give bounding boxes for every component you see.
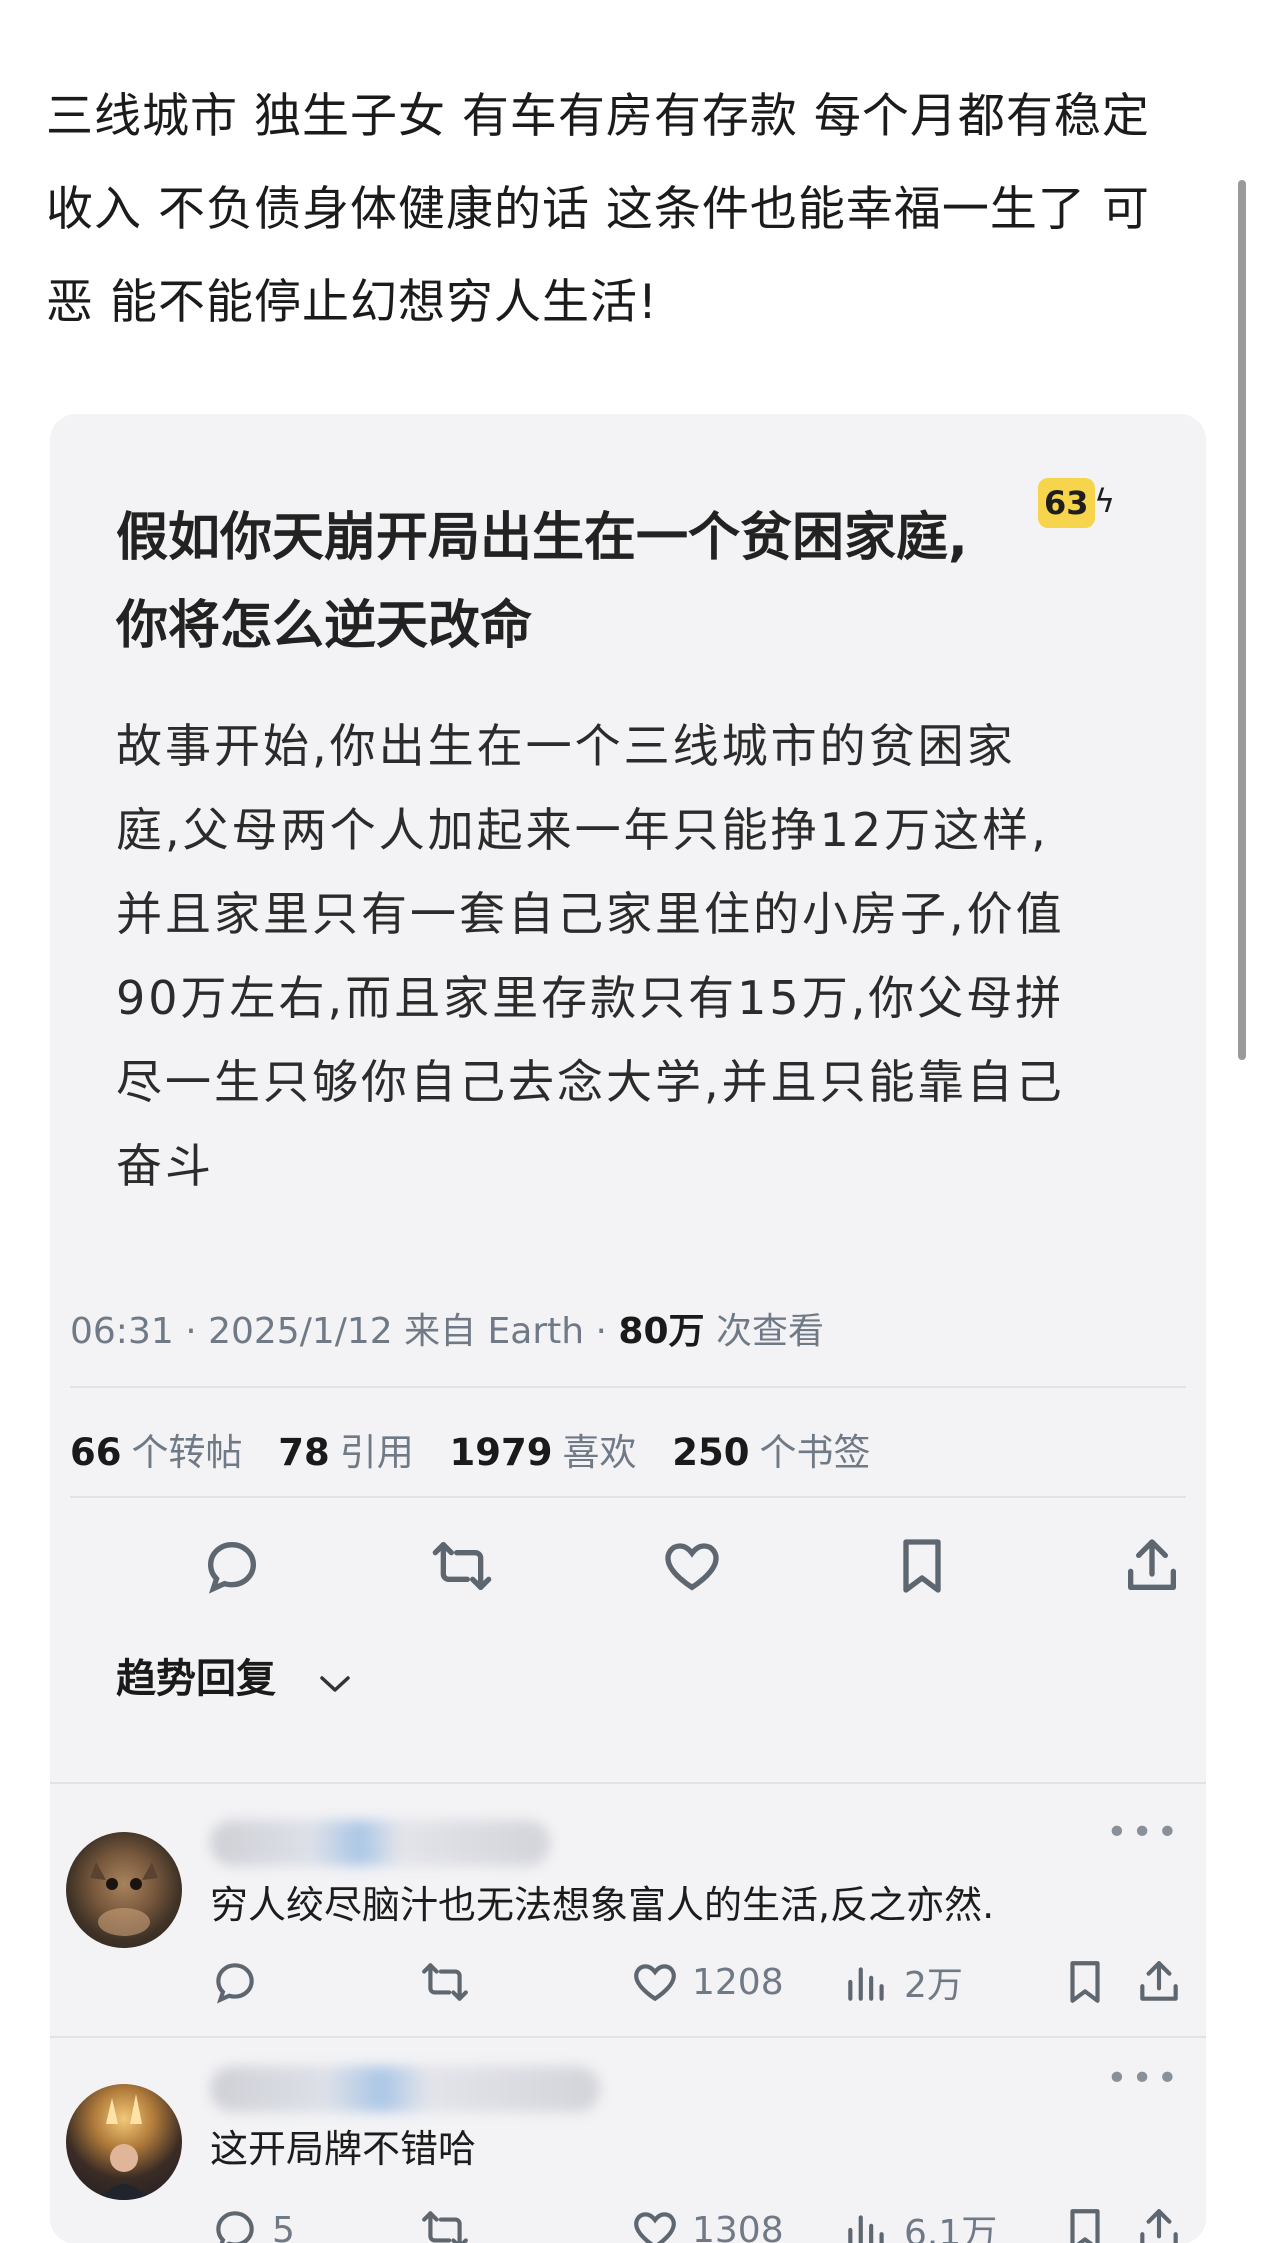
blurred-username[interactable] xyxy=(210,1820,550,1866)
reply-like-button[interactable]: 1308 xyxy=(630,2202,784,2243)
reply-item[interactable]: ••• 这开局牌不错哈 5 1308 6.1万 xyxy=(50,2044,1206,2243)
quotes-count: 78 xyxy=(278,1431,330,1474)
reposts-count: 66 xyxy=(70,1431,122,1474)
headline-line: 你将怎么逆天改命 xyxy=(116,596,533,656)
tweet-screenshot-card: 假如你天崩开局出生在一个贫困家庭, 你将怎么逆天改命 63 ϟ 故事开始,你出生… xyxy=(50,414,1206,2243)
body-line: 90万左右,而且家里存款只有15万,你父母拼 xyxy=(116,971,1065,1025)
bookmark-icon[interactable] xyxy=(890,1534,954,1598)
bookmarks-stat[interactable]: 250 个书签 xyxy=(672,1431,870,1474)
reply-share-button[interactable] xyxy=(1134,2202,1184,2243)
likes-count: 1979 xyxy=(449,1431,553,1474)
tweet-stats: 66 个转帖 78 引用 1979 喜欢 250 个书签 xyxy=(70,1422,895,1476)
reply-comment-button[interactable] xyxy=(210,1954,260,2010)
reply-icon xyxy=(216,1963,254,2004)
bookmarks-label: 个书签 xyxy=(759,1431,871,1474)
share-icon xyxy=(1140,1961,1178,2001)
trending-replies-label: 趋势回复 xyxy=(116,1656,276,1702)
scrollbar[interactable] xyxy=(1238,180,1246,1060)
quotes-label: 引用 xyxy=(339,1431,414,1474)
bookmark-icon xyxy=(1070,1961,1100,2003)
body-line: 奋斗 xyxy=(116,1139,214,1193)
like-count: 1208 xyxy=(692,1961,784,2003)
reply-repost-button[interactable] xyxy=(420,1954,470,2010)
reply-views-button[interactable]: 2万 xyxy=(842,1954,963,2010)
repost-icon xyxy=(422,1963,468,2001)
view-count: 80万 xyxy=(618,1311,705,1352)
caption-line: 恶 能不能停止幻想穷人生活! xyxy=(46,275,658,330)
bolt-icon: ϟ xyxy=(1094,482,1116,520)
reposts-stat[interactable]: 66 个转帖 xyxy=(70,1431,243,1474)
tweet-meta: 06:31 · 2025/1/12 来自 Earth · 80万 次查看 xyxy=(70,1302,824,1354)
reply-views-button[interactable]: 6.1万 xyxy=(842,2202,997,2243)
reply-share-button[interactable] xyxy=(1134,1954,1184,2010)
more-icon[interactable]: ••• xyxy=(1106,2058,1182,2099)
bookmarks-count: 250 xyxy=(672,1431,750,1474)
caption-line: 收入 不负债身体健康的话 这条件也能幸福一生了 可 xyxy=(46,182,1150,237)
like-icon xyxy=(634,1964,676,2002)
repost-icon[interactable] xyxy=(430,1534,494,1598)
divider xyxy=(50,2036,1206,2038)
reply-item[interactable]: ••• 穷人绞尽脑汁也无法想象富人的生活,反之亦然. 1208 2万 xyxy=(50,1794,1206,2044)
view-count-label: 次查看 xyxy=(704,1311,824,1352)
reply-bookmark-button[interactable] xyxy=(1060,1954,1110,2010)
reply-bookmark-button[interactable] xyxy=(1060,2202,1110,2243)
views-icon xyxy=(848,1967,884,2001)
like-count: 1308 xyxy=(692,2209,784,2243)
comment-count: 5 xyxy=(272,2209,295,2243)
reply-comment-button[interactable]: 5 xyxy=(210,2202,295,2243)
like-icon[interactable] xyxy=(660,1534,724,1598)
body-line: 庭,父母两个人加起来一年只能挣12万这样, xyxy=(116,803,1049,857)
post-caption: 三线城市 独生子女 有车有房有存款 每个月都有稳定 收入 不负债身体健康的话 这… xyxy=(46,70,1226,349)
timestamp: 06:31 · 2025/1/12 来自 Earth · xyxy=(70,1311,619,1352)
reply-icon[interactable] xyxy=(200,1534,264,1598)
reply-repost-button[interactable] xyxy=(420,2202,470,2243)
views-count: 2万 xyxy=(904,1965,963,2006)
body-line: 尽一生只够你自己去念大学,并且只能靠自己 xyxy=(116,1055,1065,1109)
caption-line: 三线城市 独生子女 有车有房有存款 每个月都有稳定 xyxy=(46,89,1150,144)
divider xyxy=(70,1496,1186,1498)
more-icon[interactable]: ••• xyxy=(1106,1812,1182,1853)
chevron-down-icon xyxy=(318,1658,352,1704)
likes-label: 喜欢 xyxy=(562,1431,637,1474)
divider xyxy=(50,1782,1206,1784)
headline-line: 假如你天崩开局出生在一个贫困家庭, xyxy=(116,508,968,568)
quotes-stat[interactable]: 78 引用 xyxy=(278,1431,414,1474)
reply-text: 这开局牌不错哈 xyxy=(210,2127,477,2171)
blurred-username[interactable] xyxy=(210,2066,600,2112)
bookmark-icon xyxy=(1070,2209,1100,2243)
trending-replies-toggle[interactable]: 趋势回复 xyxy=(116,1646,352,1704)
reply-icon xyxy=(216,2211,254,2243)
body-line: 并且家里只有一套自己家里住的小房子,价值 xyxy=(116,887,1065,941)
score-badge: 63 xyxy=(1038,478,1095,528)
share-icon[interactable] xyxy=(1120,1534,1184,1598)
tweet-headline: 假如你天崩开局出生在一个贫困家庭, 你将怎么逆天改命 xyxy=(116,494,1116,670)
views-icon xyxy=(848,2215,884,2243)
reposts-label: 个转帖 xyxy=(131,1431,243,1474)
body-line: 故事开始,你出生在一个三线城市的贫困家 xyxy=(116,719,1016,773)
reply-like-button[interactable]: 1208 xyxy=(630,1954,784,2010)
avatar[interactable] xyxy=(66,2084,182,2200)
repost-icon xyxy=(422,2211,468,2243)
likes-stat[interactable]: 1979 喜欢 xyxy=(450,1431,637,1474)
reply-text: 穷人绞尽脑汁也无法想象富人的生活,反之亦然. xyxy=(210,1883,995,1927)
tweet-body: 故事开始,你出生在一个三线城市的贫困家 庭,父母两个人加起来一年只能挣12万这样… xyxy=(116,704,1176,1208)
views-count: 6.1万 xyxy=(904,2213,998,2243)
like-icon xyxy=(634,2212,676,2243)
avatar[interactable] xyxy=(66,1832,182,1948)
tweet-action-bar xyxy=(120,1534,1176,1614)
divider xyxy=(70,1386,1186,1388)
share-icon xyxy=(1140,2209,1178,2243)
